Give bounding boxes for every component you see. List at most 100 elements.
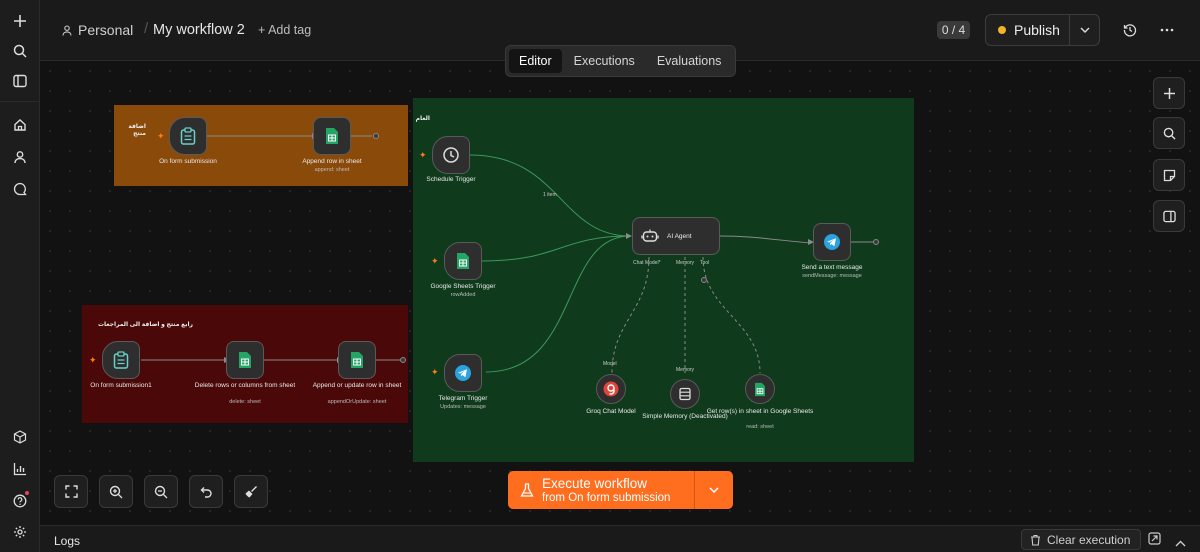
- templates-icon[interactable]: [8, 425, 32, 449]
- sticky-note-title: اضافة منتج: [128, 124, 146, 137]
- tab-editor[interactable]: Editor: [509, 49, 562, 73]
- search-icon[interactable]: [8, 39, 32, 63]
- publish-button-group: Publish: [985, 14, 1100, 46]
- robot-icon: [641, 229, 659, 242]
- node-subtitle: Updates: message: [440, 404, 486, 410]
- sheets-icon: [326, 128, 338, 144]
- insights-icon[interactable]: [8, 457, 32, 481]
- node-groq-chat-model[interactable]: [596, 374, 626, 404]
- node-append-or-update-row[interactable]: [338, 341, 376, 379]
- user-icon[interactable]: [8, 145, 32, 169]
- pop-out-icon[interactable]: [1148, 532, 1161, 550]
- panel-icon: [1162, 210, 1176, 222]
- status-dot: [998, 26, 1006, 34]
- workspace-breadcrumb[interactable]: Personal: [62, 22, 133, 38]
- node-label: Schedule Trigger: [426, 176, 476, 183]
- node-label: On form submission1: [90, 382, 152, 389]
- left-rail: [0, 0, 40, 552]
- node-label: Delete rows or columns from sheet: [194, 382, 296, 389]
- tab-executions[interactable]: Executions: [564, 49, 645, 73]
- breadcrumb-separator: /: [144, 20, 149, 37]
- undo-icon: [200, 487, 212, 498]
- plus-icon[interactable]: [8, 9, 32, 33]
- sheets-icon: [351, 352, 363, 368]
- search-nodes-button[interactable]: [1153, 117, 1185, 149]
- edge-item-count: 1 item: [543, 192, 557, 198]
- node-google-sheets-trigger[interactable]: [444, 242, 482, 280]
- fit-view-button[interactable]: [54, 475, 88, 508]
- sheets-icon: [457, 253, 469, 269]
- fit-view-icon: [64, 485, 78, 498]
- publish-button[interactable]: Publish: [986, 15, 1070, 45]
- sticky-note-title: رابع منتج و اضافة الى المراجعات: [97, 322, 193, 328]
- tab-evaluations[interactable]: Evaluations: [647, 49, 732, 73]
- port-label-chat-model: Chat Model*: [633, 260, 661, 266]
- zoom-out-icon: [154, 485, 168, 498]
- port-label-memory: Memory: [676, 260, 695, 266]
- settings-icon[interactable]: [8, 520, 32, 544]
- trash-icon: [1031, 534, 1040, 546]
- sticky-note-title: العام: [415, 116, 430, 122]
- node-simple-memory[interactable]: [670, 379, 700, 409]
- more-options-icon[interactable]: [1157, 20, 1177, 40]
- workflow-canvas[interactable]: اضافة منتج العام رابع منتج و اضافة الى ا…: [40, 61, 1200, 525]
- execute-workflow-button[interactable]: Execute workflow from On form submission: [508, 471, 695, 509]
- port-label-tool: Tool: [700, 260, 710, 266]
- node-send-text-message[interactable]: [813, 223, 851, 261]
- home-icon[interactable]: [8, 113, 32, 137]
- sticky-note-product[interactable]: اضافة منتج: [114, 105, 408, 186]
- node-append-row-in-sheet[interactable]: [313, 117, 351, 155]
- port-label-memory: Memory: [676, 367, 695, 373]
- clear-execution-button[interactable]: Clear execution: [1021, 529, 1141, 550]
- sheets-icon: [239, 352, 251, 368]
- node-delete-rows[interactable]: [226, 341, 264, 379]
- help-icon[interactable]: [8, 489, 32, 513]
- sidebar-toggle-icon[interactable]: [8, 69, 32, 93]
- add-node-button[interactable]: [1153, 77, 1185, 109]
- undo-button[interactable]: [189, 475, 223, 508]
- node-label: Append row in sheet: [302, 158, 362, 165]
- workspace-name: Personal: [78, 22, 134, 38]
- chevron-up-icon[interactable]: [1175, 534, 1186, 552]
- clock-icon: [443, 147, 459, 163]
- node-label: Google Sheets Trigger: [430, 283, 496, 290]
- workflow-title[interactable]: My workflow 2: [153, 22, 245, 38]
- clipboard-icon: [180, 127, 196, 145]
- port-label-model: Model: [603, 361, 617, 367]
- plus-icon: [1163, 87, 1175, 99]
- chevron-down-icon: [1080, 27, 1089, 33]
- zoom-out-button[interactable]: [144, 475, 178, 508]
- clipboard-icon: [113, 351, 129, 369]
- node-subtitle: sendMessage: message: [802, 273, 862, 279]
- database-icon: [679, 387, 691, 401]
- logs-bar[interactable]: Logs Clear execution: [40, 525, 1200, 552]
- execute-dropdown[interactable]: [695, 471, 733, 509]
- node-schedule-trigger[interactable]: [432, 136, 470, 174]
- chevron-down-icon: [709, 487, 719, 493]
- add-tag-button[interactable]: + Add tag: [258, 23, 311, 37]
- node-label: AI Agent: [667, 232, 692, 240]
- node-label: On form submission: [159, 158, 217, 165]
- node-label: Send a text message: [801, 264, 863, 271]
- notification-dot: [25, 491, 29, 495]
- history-icon[interactable]: [1120, 20, 1140, 40]
- execute-sublabel: from On form submission: [542, 491, 671, 504]
- publish-dropdown[interactable]: [1070, 27, 1099, 33]
- trigger-bolt-icon: ✦: [419, 150, 427, 160]
- broom-icon: [245, 485, 257, 497]
- node-on-form-submission-1[interactable]: [102, 341, 140, 379]
- node-on-form-submission[interactable]: [169, 117, 207, 155]
- tidy-up-button[interactable]: [234, 475, 268, 508]
- chat-icon[interactable]: [8, 177, 32, 201]
- flask-icon: [520, 482, 534, 497]
- panel-toggle-button[interactable]: [1153, 200, 1185, 232]
- sticky-note-button[interactable]: [1153, 159, 1185, 191]
- node-get-rows-in-sheet[interactable]: [745, 374, 775, 404]
- node-ai-agent[interactable]: AI Agent: [632, 217, 720, 255]
- publish-label: Publish: [1014, 22, 1060, 38]
- trigger-bolt-icon: ✦: [89, 355, 97, 365]
- zoom-in-button[interactable]: [99, 475, 133, 508]
- execute-workflow-button-group: Execute workflow from On form submission: [508, 471, 733, 509]
- node-telegram-trigger[interactable]: [444, 354, 482, 392]
- node-label: Append or update row in sheet: [312, 382, 402, 389]
